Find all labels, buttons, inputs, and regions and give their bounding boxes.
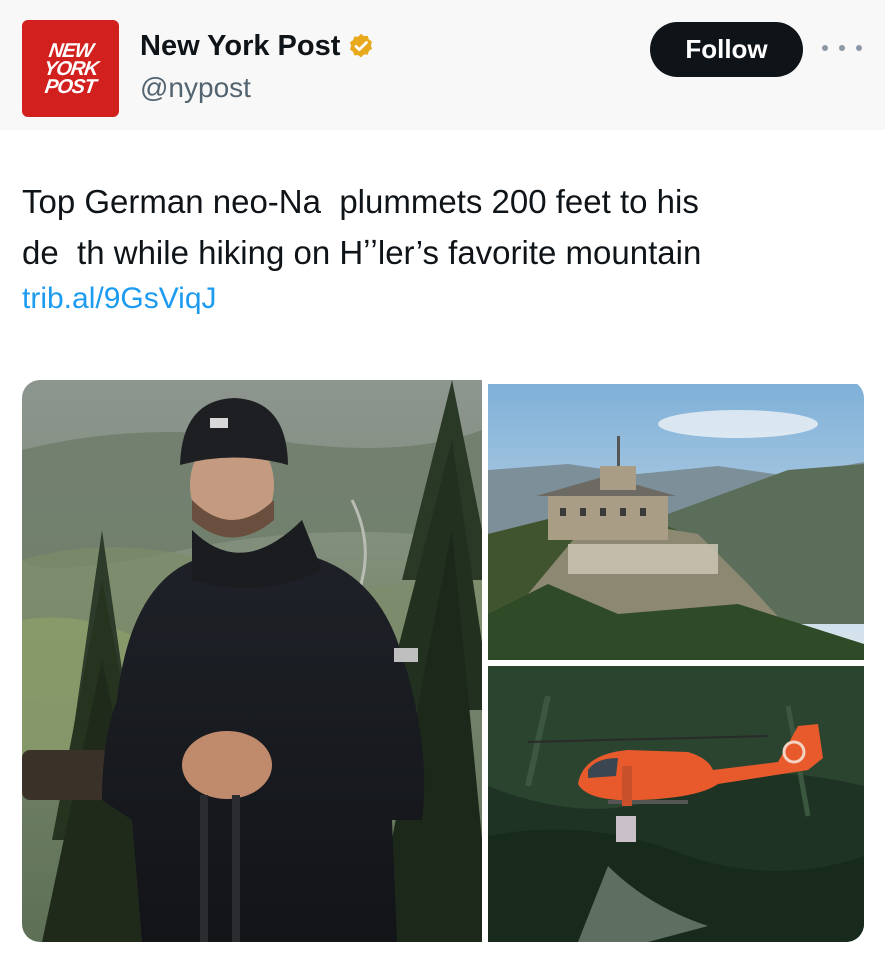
dot [839, 45, 845, 51]
dot [822, 45, 828, 51]
dot [856, 45, 862, 51]
mountain-house-photo[interactable] [488, 384, 864, 660]
name-row: New York Post [140, 30, 376, 63]
handle[interactable]: @nypost [140, 72, 251, 104]
avatar-text-post: POST [43, 75, 98, 98]
avatar-text-new: NEW [47, 39, 94, 62]
rescue-helicopter-photo[interactable] [488, 666, 864, 942]
bottom-bar [0, 946, 885, 960]
hiker-photo[interactable] [22, 380, 482, 942]
avatar[interactable]: NEW YORK POST [22, 20, 119, 117]
display-name[interactable]: New York Post [140, 30, 340, 63]
verified-badge-icon [350, 33, 373, 57]
tweet-text-line-1: Top German neo-Na plummets 200 feet to h… [22, 183, 699, 220]
avatar-text-york: YORK [42, 57, 99, 80]
tweet-text-line-2: de th while hiking on Hʼʼler’s favorite … [22, 234, 702, 271]
more-horizontal-icon[interactable] [822, 38, 862, 58]
media-grid [22, 380, 864, 942]
tweet-link[interactable]: trib.al/9GsViqJ [22, 282, 217, 316]
tweet-text: Top German neo-Na plummets 200 feet to h… [22, 176, 862, 278]
follow-button[interactable]: Follow [650, 22, 803, 77]
